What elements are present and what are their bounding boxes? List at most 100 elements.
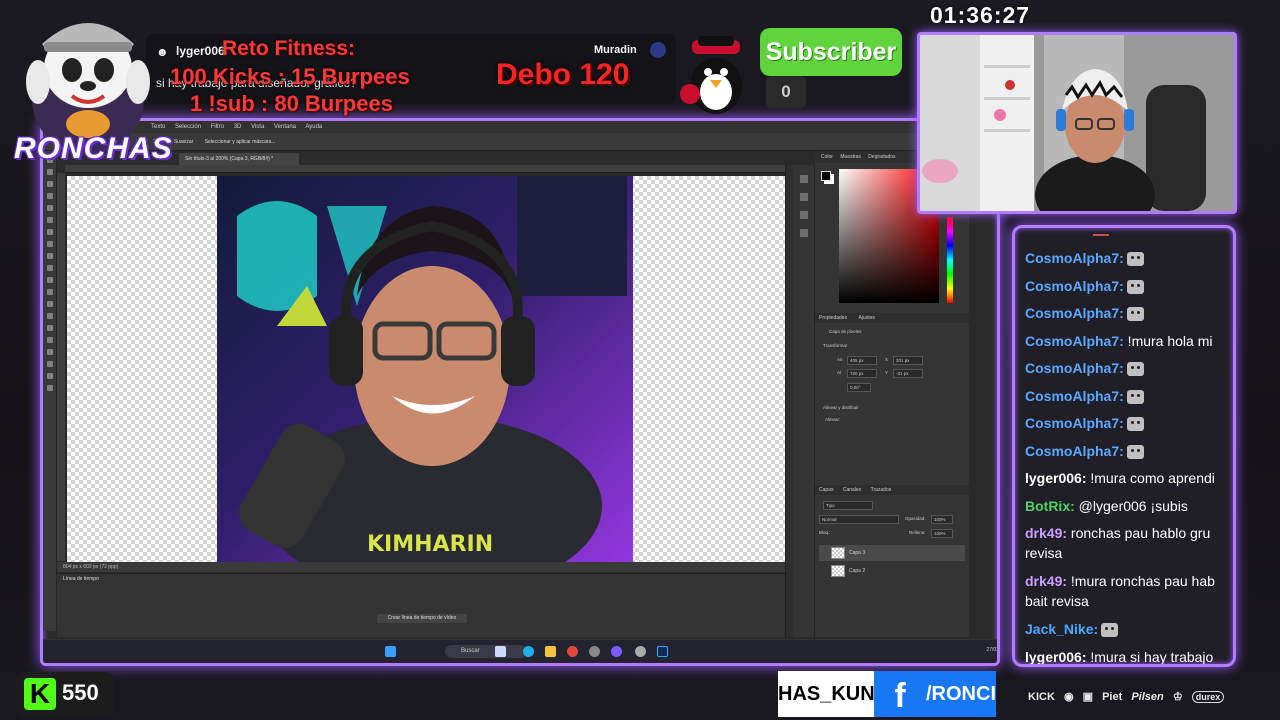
- select-mask-button[interactable]: Seleccionar y aplicar máscara...: [205, 139, 276, 145]
- chat-username[interactable]: CosmoAlpha7:: [1025, 443, 1124, 459]
- status-bar: 804 px x 602 px (72 ppp): [57, 562, 785, 572]
- stamp-tool-icon[interactable]: [46, 253, 53, 259]
- 3d-icon[interactable]: [799, 229, 808, 237]
- menu-ayuda[interactable]: Ayuda: [305, 124, 322, 130]
- chat-username[interactable]: CosmoAlpha7:: [1025, 333, 1124, 349]
- tab-canales[interactable]: Canales: [843, 487, 861, 493]
- dodge-tool-icon[interactable]: [46, 313, 53, 319]
- eraser-tool-icon[interactable]: [46, 277, 53, 283]
- layer-capa-2[interactable]: Capa 2: [819, 563, 965, 579]
- chat-username[interactable]: drk49:: [1025, 573, 1067, 589]
- lasso-tool-icon[interactable]: [46, 181, 53, 187]
- chat-message: CosmoAlpha7:: [1025, 303, 1233, 323]
- canvas-scrollbar[interactable]: [785, 165, 793, 637]
- tab-trazados[interactable]: Trazados: [871, 487, 892, 493]
- tab-ajustes[interactable]: Ajustes: [858, 315, 874, 321]
- person-photo-illustration: KIMHARIN: [217, 176, 633, 562]
- discord-icon[interactable]: [611, 646, 622, 657]
- photoshop-capture: Texto Selección Filtro 3D Vista Ventana …: [40, 118, 1000, 666]
- brush-tool-icon[interactable]: [46, 241, 53, 247]
- burpees-owed: Debo 120: [496, 58, 630, 91]
- chat-username[interactable]: CosmoAlpha7:: [1025, 388, 1124, 404]
- pen-tool-icon[interactable]: [46, 325, 53, 331]
- width-field[interactable]: 405 px: [847, 356, 877, 365]
- tab-propiedades[interactable]: Propiedades: [819, 315, 847, 321]
- history-icon[interactable]: [799, 175, 808, 183]
- fg-bg-swatch[interactable]: [821, 171, 831, 181]
- chat-emote-icon: [1126, 279, 1144, 294]
- menu-3d[interactable]: 3D: [234, 124, 242, 130]
- canvas-photo[interactable]: KIMHARIN: [217, 176, 633, 562]
- align-label: Alinear y distribuir: [823, 405, 859, 410]
- kick-logo-icon: K: [24, 678, 56, 710]
- zoom-tool-icon[interactable]: [46, 385, 53, 391]
- opacity-field[interactable]: 100%: [931, 515, 953, 524]
- webcam-feed: [917, 32, 1237, 214]
- reto-kicks-rule: 100 Kicks : 15 Burpees: [170, 64, 410, 89]
- menu-seleccion[interactable]: Selección: [175, 124, 201, 130]
- select-tool-icon[interactable]: [46, 193, 53, 199]
- brand-crest-icon: ♔: [1172, 691, 1183, 703]
- crop-tool-icon[interactable]: [46, 205, 53, 211]
- menu-vista[interactable]: Vista: [251, 124, 264, 130]
- layer-capa-3[interactable]: Capa 3: [819, 545, 965, 561]
- chat-emote-icon: [1126, 252, 1144, 267]
- blur-tool-icon[interactable]: [46, 301, 53, 307]
- ronchas-logo-text: RONCHAS: [14, 132, 173, 165]
- y-field[interactable]: -31 px: [893, 369, 923, 378]
- blend-mode-select[interactable]: Normal: [819, 515, 899, 524]
- pilsen-logo: Pilsen: [1131, 691, 1164, 703]
- chrome-icon[interactable]: [567, 646, 578, 657]
- photoshop-icon[interactable]: [657, 646, 668, 657]
- folder-icon[interactable]: [545, 646, 556, 657]
- chat-username[interactable]: CosmoAlpha7:: [1025, 305, 1124, 321]
- document-tab[interactable]: Sin título-3 al 200% (Capa 3, RGB/8#) *: [179, 153, 299, 165]
- shape-tool-icon[interactable]: [46, 361, 53, 367]
- height-field[interactable]: 720 px: [847, 369, 877, 378]
- menu-filtro[interactable]: Filtro: [211, 124, 224, 130]
- panel-dock-icons: [793, 165, 815, 637]
- type-tool-icon[interactable]: [46, 337, 53, 343]
- chat-emote-icon: [1126, 444, 1144, 459]
- app-icon[interactable]: [495, 646, 506, 657]
- tab-muestras[interactable]: Muestras: [840, 154, 861, 160]
- chat-username[interactable]: CosmoAlpha7:: [1025, 360, 1124, 376]
- hue-slider[interactable]: [947, 217, 953, 303]
- windows-start-icon[interactable]: [385, 646, 396, 657]
- tab-degradados[interactable]: Degradados: [868, 154, 895, 160]
- menu-ventana[interactable]: Ventana: [274, 124, 296, 130]
- tab-capas[interactable]: Capas: [819, 487, 833, 493]
- chat-username[interactable]: BotRix:: [1025, 498, 1075, 514]
- path-select-icon[interactable]: [46, 349, 53, 355]
- taskbar-search[interactable]: Buscar: [445, 645, 527, 658]
- chat-username[interactable]: lyger006:: [1025, 649, 1086, 665]
- settings-icon[interactable]: [635, 646, 646, 657]
- antialias-checkbox[interactable]: Suavizar: [174, 139, 193, 145]
- chat-emote-icon: [1126, 307, 1144, 322]
- chat-username[interactable]: Jack_Nike:: [1025, 621, 1098, 637]
- edge-icon[interactable]: [523, 646, 534, 657]
- obs-icon[interactable]: [589, 646, 600, 657]
- gradient-tool-icon[interactable]: [46, 289, 53, 295]
- subscriber-button[interactable]: Subscriber: [760, 28, 902, 76]
- angle-field[interactable]: 0,00°: [847, 383, 871, 392]
- x-field[interactable]: 201 px: [893, 356, 923, 365]
- hand-tool-icon[interactable]: [46, 373, 53, 379]
- webcam-illustration: [920, 35, 1234, 211]
- tab-color[interactable]: Color: [821, 154, 833, 160]
- paragraph-icon[interactable]: [799, 211, 808, 219]
- create-timeline-button[interactable]: Crear línea de tiempo de vídeo: [377, 614, 467, 623]
- heal-tool-icon[interactable]: [46, 229, 53, 235]
- char-icon[interactable]: [799, 193, 808, 201]
- chat-username[interactable]: drk49:: [1025, 525, 1067, 541]
- fill-field[interactable]: 100%: [931, 529, 953, 538]
- eyedropper-tool-icon[interactable]: [46, 217, 53, 223]
- layer-filter-select[interactable]: Tipo: [823, 501, 873, 510]
- chat-username[interactable]: lyger006:: [1025, 470, 1086, 486]
- chat-username[interactable]: CosmoAlpha7:: [1025, 415, 1124, 431]
- sponsor-logos: KICK ◉ ▣ Piet Pilsen ♔ durex: [1028, 686, 1225, 708]
- layer-name: Capa 2: [849, 568, 866, 574]
- history-brush-icon[interactable]: [46, 265, 53, 271]
- chat-username[interactable]: CosmoAlpha7:: [1025, 278, 1124, 294]
- chat-username[interactable]: CosmoAlpha7:: [1025, 250, 1124, 266]
